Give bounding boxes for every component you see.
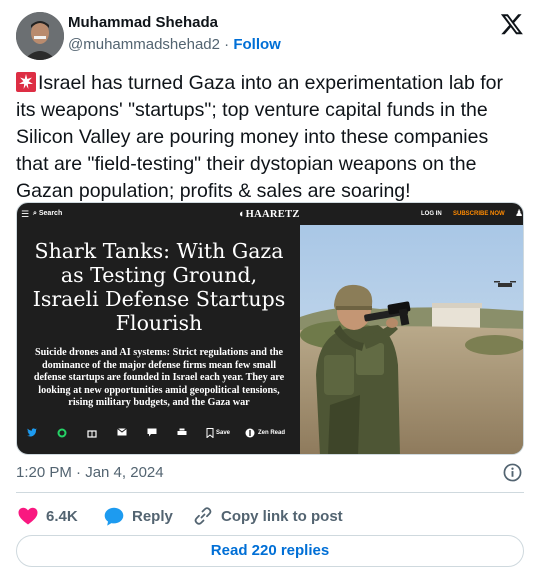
author-name[interactable]: Muhammad Shehada [68,14,218,31]
whatsapp-share-icon [57,428,67,440]
tweet-card: Muhammad Shehada @muhammadshehad2 · Foll… [0,0,540,582]
link-icon [194,507,212,525]
tweet-timestamp[interactable]: 1:20 PM · Jan 4, 2024 [16,464,164,481]
haaretz-search: ⌕ Search [33,210,63,217]
save-label: Save [216,430,231,436]
zen-read-label: Zen Read [258,430,286,436]
user-icon: ♟ [515,208,524,218]
heart-icon [18,507,38,525]
author-handle[interactable]: @muhammadshehad2 [68,36,220,53]
haaretz-logo: ◐HAARETZ [239,209,300,220]
x-logo-icon[interactable] [500,12,524,36]
separator-dot: · [224,36,230,53]
article-photo [300,225,523,454]
twitter-share-icon [27,428,37,439]
share-bar: Save Zen Read [17,424,301,444]
copy-link-button[interactable]: Copy link to post [193,504,343,528]
tweet-text-block: Israel has turned Gaza into an experimen… [16,70,526,205]
comment-icon [147,428,157,439]
mail-icon [117,428,127,438]
read-replies-button[interactable]: Read 220 replies [16,535,524,567]
siren-emoji-icon [16,72,36,92]
reply-button[interactable]: Reply [104,504,173,528]
follow-button[interactable]: Follow [233,36,281,53]
author-handle-row: @muhammadshehad2 · Follow [68,36,281,53]
article-subheadline: Suicide drones and AI systems: Strict re… [33,347,285,409]
print-icon [177,428,187,439]
media-card[interactable]: ☰ ⌕ Search ◐HAARETZ LOG IN SUBSCRIBE NOW… [16,202,524,455]
reply-label: Reply [132,507,173,525]
haaretz-subscribe: SUBSCRIBE NOW [453,211,505,217]
like-count: 6.4K [46,507,78,525]
like-button[interactable]: 6.4K [18,504,78,528]
bookmark-icon [206,428,214,440]
avatar[interactable] [16,12,64,60]
tweet-text: Israel has turned Gaza into an experimen… [16,72,504,202]
info-icon[interactable] [503,463,522,482]
zen-read-icon [245,428,255,440]
haaretz-login: LOG IN [421,211,442,217]
copy-link-label: Copy link to post [221,507,343,525]
speech-bubble-icon [104,507,124,526]
hamburger-menu-icon: ☰ [21,209,30,219]
article-headline: Shark Tanks: With Gaza as Testing Ground… [32,239,286,335]
divider [16,492,524,493]
gift-icon [87,428,97,440]
